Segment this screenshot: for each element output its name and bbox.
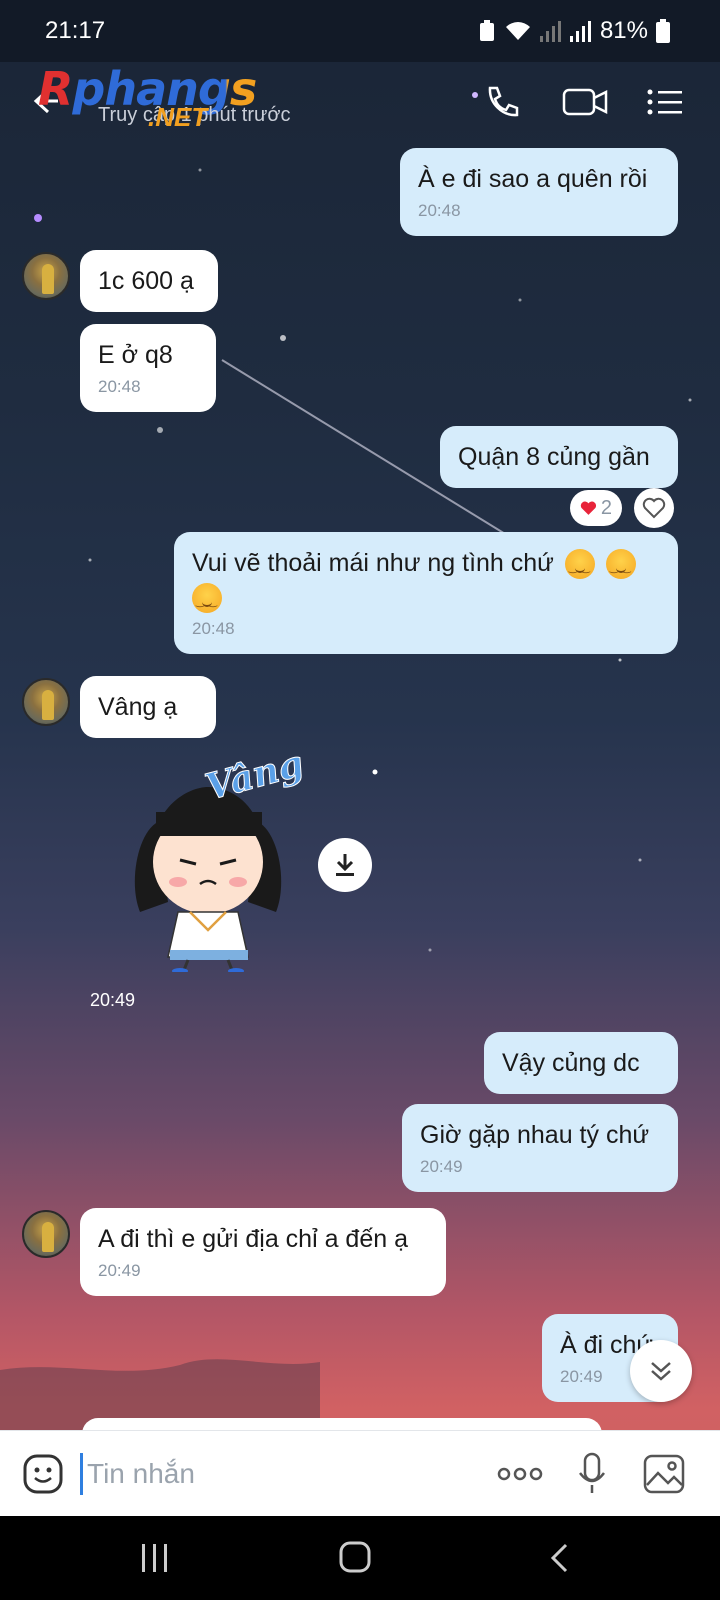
message-text: Vui vẽ thoải mái như ng tình chứ — [192, 549, 554, 577]
message-time: 20:48 — [192, 619, 235, 638]
smiling-emoji-icon — [605, 549, 636, 586]
signal-icon — [539, 21, 561, 42]
message-time: 20:48 — [418, 201, 461, 220]
message-text: A đi thì e gửi địa chỉ a đến ạ — [98, 1225, 408, 1253]
microphone-icon[interactable] — [576, 1451, 608, 1497]
smiling-emoji-icon — [192, 583, 222, 620]
download-icon — [336, 854, 354, 876]
image-gallery-icon[interactable] — [642, 1453, 686, 1495]
double-chevron-down-icon — [651, 1362, 671, 1381]
home-icon[interactable] — [338, 1540, 372, 1574]
message-text: Vâng ạ — [98, 693, 178, 721]
message-bubble-incoming[interactable]: E ở q8 20:48 — [80, 324, 216, 412]
sticker-picker-icon[interactable] — [22, 1453, 64, 1495]
reaction-summary[interactable]: 2 — [570, 490, 622, 526]
message-time: 20:49 — [420, 1157, 463, 1176]
message-text: Quận 8 củng gần — [458, 443, 650, 471]
sticker-image[interactable]: Vâng — [118, 752, 308, 972]
back-nav-icon[interactable] — [548, 1542, 570, 1574]
message-bubble-outgoing[interactable]: Quận 8 củng gần — [440, 426, 678, 488]
battery-saver-icon — [479, 20, 494, 41]
contact-avatar[interactable] — [22, 252, 70, 300]
reaction-count: 2 — [600, 496, 612, 519]
sticker-caption: Vâng — [201, 752, 308, 809]
battery-percent: 81% — [599, 17, 648, 44]
message-text: Giờ gặp nhau tý chứ — [420, 1121, 650, 1149]
more-options-icon[interactable] — [496, 1465, 544, 1483]
signal-icon-2 — [569, 21, 591, 42]
message-time: 20:48 — [98, 377, 141, 396]
contact-avatar[interactable] — [22, 678, 70, 726]
battery-icon — [656, 19, 670, 43]
message-bubble-incoming[interactable]: Vâng ạ — [80, 676, 216, 738]
contact-avatar[interactable] — [22, 1210, 70, 1258]
message-time: 20:49 — [98, 1261, 141, 1280]
message-bubble-incoming[interactable]: A đi thì e gửi địa chỉ a đến ạ 20:49 — [80, 1208, 446, 1296]
menu-list-icon[interactable] — [646, 82, 684, 122]
scroll-to-bottom-button[interactable] — [630, 1340, 692, 1402]
status-time: 21:17 — [45, 17, 106, 44]
phone-call-icon[interactable] — [482, 82, 522, 122]
heart-outline-icon — [642, 497, 666, 519]
watermark-net: .NET — [148, 102, 208, 132]
chat-header: Rphangs Truy cập 1 phút trước .NET — [0, 62, 720, 142]
video-call-icon[interactable] — [562, 82, 608, 122]
add-reaction-button[interactable] — [634, 488, 674, 528]
heart-reaction-icon — [580, 501, 597, 515]
status-icons: 81% — [478, 17, 670, 45]
message-input[interactable]: Tin nhắn — [80, 1453, 195, 1495]
message-bubble-outgoing[interactable]: Vui vẽ thoải mái như ng tình chứ 20:48 — [174, 532, 678, 654]
message-composer: Tin nhắn — [0, 1430, 720, 1516]
smiling-emoji-icon — [564, 549, 595, 586]
wifi-icon — [505, 22, 530, 40]
message-bubble-outgoing[interactable]: À e đi sao a quên rồi 20:48 — [400, 148, 678, 236]
sticker-time: 20:49 — [90, 990, 136, 1010]
message-text: Vậy củng dc — [502, 1049, 640, 1077]
message-bubble-incoming[interactable]: 1c 600 ạ — [80, 250, 218, 312]
recent-apps-icon[interactable] — [140, 1542, 170, 1574]
message-text: 1c 600 ạ — [98, 267, 194, 295]
message-bubble-outgoing[interactable]: Giờ gặp nhau tý chứ 20:49 — [402, 1104, 678, 1192]
download-sticker-button[interactable] — [318, 838, 372, 892]
status-bar: 21:17 81% — [0, 0, 720, 62]
system-navigation-bar — [0, 1516, 720, 1600]
message-bubble-outgoing[interactable]: Vậy củng dc — [484, 1032, 678, 1094]
message-text: À e đi sao a quên rồi — [418, 165, 648, 193]
message-text: E ở q8 — [98, 341, 173, 369]
